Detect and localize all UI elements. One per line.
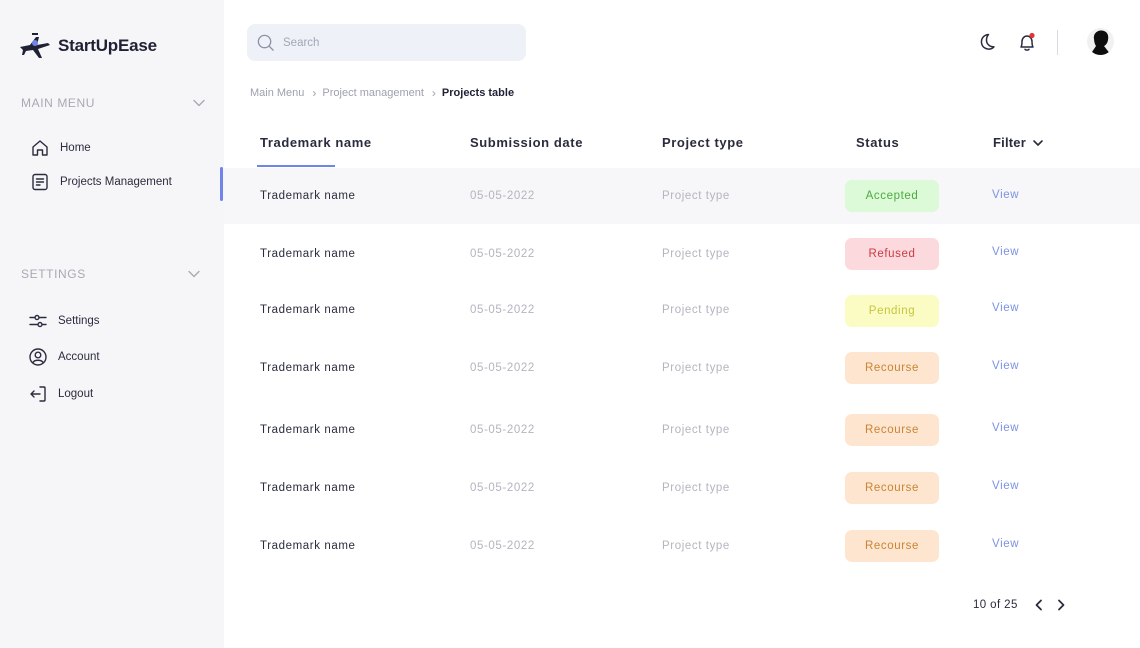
status-badge: Pending xyxy=(845,295,939,327)
cell-project-type: Project type xyxy=(662,248,730,260)
cell-project-type: Project type xyxy=(662,540,730,552)
chevron-right-icon[interactable] xyxy=(1054,598,1068,612)
pagination-status: 10 of 25 xyxy=(973,599,1018,611)
active-nav-indicator xyxy=(220,167,223,201)
cell-submission-date: 05-05-2022 xyxy=(470,540,535,552)
brand-logo[interactable]: StartUpEase xyxy=(18,31,157,61)
breadcrumb: Main Menu › Project management › Project… xyxy=(250,86,514,100)
search-input[interactable] xyxy=(283,36,503,49)
status-badge: Recourse xyxy=(845,530,939,562)
home-icon xyxy=(32,140,48,156)
main-menu-section-header[interactable]: MAIN MENU xyxy=(21,96,206,110)
filter-dropdown[interactable]: Filter xyxy=(993,135,1044,150)
sidebar: StartUpEase MAIN MENU Home Projects Mana… xyxy=(0,0,224,648)
sidebar-item-label: Settings xyxy=(58,315,100,327)
sidebar-item-label: Account xyxy=(58,351,100,363)
status-badge: Recourse xyxy=(845,472,939,504)
search-bar[interactable] xyxy=(247,24,526,61)
sidebar-item-home[interactable]: Home xyxy=(30,138,91,158)
table-row[interactable]: Trademark name 05-05-2022 Project type R… xyxy=(224,460,1140,516)
cell-submission-date: 05-05-2022 xyxy=(470,248,535,260)
brand-name: StartUpEase xyxy=(58,36,157,55)
table-row[interactable]: Trademark name 05-05-2022 Project type A… xyxy=(224,168,1140,224)
sliders-icon xyxy=(29,314,47,328)
status-badge: Recourse xyxy=(845,414,939,446)
chevron-down-icon xyxy=(1033,139,1043,146)
sidebar-item-logout[interactable]: Logout xyxy=(28,384,93,404)
cell-project-type: Project type xyxy=(662,482,730,494)
avatar[interactable] xyxy=(1087,28,1114,55)
view-link[interactable]: View xyxy=(992,302,1019,314)
moon-icon[interactable] xyxy=(975,31,997,53)
cell-project-type: Project type xyxy=(662,304,730,316)
sidebar-item-settings[interactable]: Settings xyxy=(28,311,100,331)
column-header-status[interactable]: Status xyxy=(856,135,899,150)
cell-submission-date: 05-05-2022 xyxy=(470,304,535,316)
breadcrumb-separator-icon: › xyxy=(431,86,436,100)
view-link[interactable]: View xyxy=(992,480,1019,492)
cell-trademark-name: Trademark name xyxy=(260,304,356,316)
chevron-left-icon[interactable] xyxy=(1032,598,1046,612)
logout-icon xyxy=(30,386,46,402)
active-column-underline xyxy=(257,165,335,167)
status-badge: Accepted xyxy=(845,180,939,212)
pagination: 10 of 25 xyxy=(973,598,1068,612)
view-link[interactable]: View xyxy=(992,538,1019,550)
cell-submission-date: 05-05-2022 xyxy=(470,424,535,436)
sidebar-item-label: Home xyxy=(60,142,91,154)
sidebar-item-projects-management[interactable]: Projects Management xyxy=(30,172,172,192)
sidebar-item-label: Projects Management xyxy=(60,176,172,188)
breadcrumb-projects-table: Projects table xyxy=(441,87,515,99)
user-circle-icon xyxy=(29,348,47,366)
cell-trademark-name: Trademark name xyxy=(260,362,356,374)
view-link[interactable]: View xyxy=(992,246,1019,258)
plane-logo-icon xyxy=(20,33,50,58)
filter-label: Filter xyxy=(993,135,1026,150)
settings-label: SETTINGS xyxy=(21,267,86,281)
main-menu-label: MAIN MENU xyxy=(21,96,96,110)
cell-project-type: Project type xyxy=(662,362,730,374)
user-avatar-icon xyxy=(1087,28,1114,55)
status-badge: Refused xyxy=(845,238,939,270)
chevron-down-icon xyxy=(188,270,200,278)
status-badge: Recourse xyxy=(845,352,939,384)
table-row[interactable]: Trademark name 05-05-2022 Project type R… xyxy=(224,226,1140,282)
chevron-down-icon xyxy=(193,99,205,107)
cell-trademark-name: Trademark name xyxy=(260,540,356,552)
breadcrumb-main-menu[interactable]: Main Menu xyxy=(250,87,304,99)
cell-project-type: Project type xyxy=(662,424,730,436)
cell-submission-date: 05-05-2022 xyxy=(470,362,535,374)
table-row[interactable]: Trademark name 05-05-2022 Project type R… xyxy=(224,340,1140,396)
search-icon xyxy=(257,34,274,51)
view-link[interactable]: View xyxy=(992,360,1019,372)
cell-trademark-name: Trademark name xyxy=(260,482,356,494)
sidebar-item-label: Logout xyxy=(58,388,94,400)
document-icon xyxy=(32,173,48,191)
table-row[interactable]: Trademark name 05-05-2022 Project type R… xyxy=(224,402,1140,458)
cell-project-type: Project type xyxy=(662,190,730,202)
cell-trademark-name: Trademark name xyxy=(260,424,356,436)
column-header-trademark-name[interactable]: Trademark name xyxy=(260,135,372,150)
column-header-submission-date[interactable]: Submission date xyxy=(470,135,583,150)
column-header-project-type[interactable]: Project type xyxy=(662,135,744,150)
view-link[interactable]: View xyxy=(992,422,1019,434)
cell-submission-date: 05-05-2022 xyxy=(470,482,535,494)
cell-submission-date: 05-05-2022 xyxy=(470,190,535,202)
cell-trademark-name: Trademark name xyxy=(260,248,356,260)
notification-dot xyxy=(1029,32,1035,39)
breadcrumb-separator-icon: › xyxy=(312,86,317,100)
settings-section-header[interactable]: SETTINGS xyxy=(21,267,201,281)
table-row[interactable]: Trademark name 05-05-2022 Project type P… xyxy=(224,282,1140,338)
view-link[interactable]: View xyxy=(992,189,1019,201)
breadcrumb-project-management[interactable]: Project management xyxy=(322,87,424,99)
table-row[interactable]: Trademark name 05-05-2022 Project type R… xyxy=(224,518,1140,574)
bell-icon[interactable] xyxy=(1016,31,1038,53)
sidebar-item-account[interactable]: Account xyxy=(28,347,100,367)
cell-trademark-name: Trademark name xyxy=(260,190,356,202)
header-divider xyxy=(1057,30,1058,55)
